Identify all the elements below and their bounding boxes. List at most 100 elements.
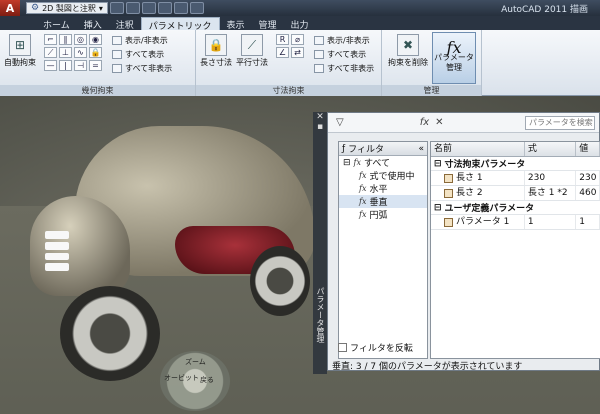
aligned-dimension-button[interactable]: ⟋ 平行寸法 (236, 34, 268, 67)
redo-icon[interactable] (173, 2, 188, 14)
group-row-user[interactable]: ⊟ ユーザ定義パラメータ (431, 201, 600, 215)
geo-show-hide-button[interactable]: 表示/非表示 (112, 33, 172, 47)
fx-icon: fx (359, 210, 367, 219)
param-value: 230 (576, 171, 600, 185)
print-icon[interactable] (189, 2, 204, 14)
filter-funnel-icon[interactable]: ▽ (336, 117, 344, 128)
column-value-header[interactable]: 値 (576, 142, 600, 156)
smooth-icon[interactable]: ∿ (74, 47, 87, 58)
title-bar: A ⚙ 2D 製図と注釈 ▾ AutoCAD 2011 描画 (0, 0, 600, 16)
auto-hide-icon[interactable]: ▪ (313, 122, 327, 132)
vertical-icon[interactable]: | (59, 60, 72, 71)
invert-filter-checkbox[interactable]: フィルタを反転 (338, 341, 413, 354)
column-name-header[interactable]: 名前 (431, 142, 525, 156)
param-name: 長さ 2 (456, 188, 483, 198)
delete-constraints-button[interactable]: ✖ 拘束を削除 (388, 34, 428, 67)
tab-view[interactable]: 表示 (220, 17, 252, 31)
radius-icon[interactable]: R (276, 34, 289, 45)
workspace-label: 2D 製図と注釈 (42, 3, 96, 13)
perpendicular-icon[interactable]: ⊥ (59, 47, 72, 58)
parameter-search-input[interactable]: パラメータを検索 (525, 115, 595, 130)
checkbox-icon[interactable] (338, 343, 347, 352)
group-label: ユーザ定義パラメータ (444, 204, 535, 214)
new-parameter-icon[interactable]: fx (420, 117, 429, 128)
group-collapse-icon[interactable]: ⊟ (434, 203, 442, 213)
steering-wheel-navigation[interactable]: ズーム オービット 戻る (160, 351, 230, 411)
user-param-icon (444, 217, 453, 227)
tree-item-vertical[interactable]: fx 垂直 (339, 195, 427, 208)
delete-constraints-label: 拘束を削除 (388, 58, 428, 67)
fix-icon[interactable]: 🔒 (89, 47, 102, 58)
palette-titlebar[interactable]: ✕ ▪ パラメータ管理 (313, 112, 327, 374)
coincident-icon[interactable]: ⌐ (44, 34, 57, 45)
tree-item-label: 垂直 (369, 198, 388, 208)
group-collapse-icon[interactable]: ⊟ (434, 159, 442, 169)
auto-constrain-label: 自動拘束 (4, 58, 36, 67)
dim-show-all-button[interactable]: すべて表示 (314, 47, 374, 61)
concentric-icon[interactable]: ◉ (89, 34, 102, 45)
tree-item-label: 円弧 (369, 211, 388, 221)
undo-icon[interactable] (157, 2, 172, 14)
autocad-logo-icon[interactable]: A (0, 0, 20, 16)
tree-item-horizontal[interactable]: fx 水平 (339, 182, 427, 195)
group-row-dimensional[interactable]: ⊟ 寸法拘束パラメータ (431, 157, 600, 171)
workspace-selector[interactable]: ⚙ 2D 製図と注釈 ▾ (26, 2, 108, 14)
convert-icon[interactable]: ⇄ (291, 47, 304, 58)
geo-hide-all-button[interactable]: すべて非表示 (112, 61, 172, 75)
parameters-manager-button[interactable]: fx パラメータ管理 (432, 32, 476, 84)
tab-home[interactable]: ホーム (36, 17, 77, 31)
param-expression[interactable]: 長さ 1 *2 (525, 186, 577, 200)
param-expression[interactable]: 1 (525, 215, 577, 229)
invert-filter-label: フィルタを反転 (350, 344, 413, 354)
tree-item-arc[interactable]: fx 円弧 (339, 208, 427, 221)
tab-insert[interactable]: 挿入 (77, 17, 109, 31)
collapse-chevron-icon[interactable]: « (418, 144, 424, 154)
close-icon[interactable]: ✕ (313, 112, 327, 122)
table-row[interactable]: 長さ 1 230 230 (431, 171, 600, 186)
param-expression[interactable]: 230 (525, 171, 577, 185)
horizontal-icon[interactable]: — (44, 60, 57, 71)
parallel-icon[interactable]: ∥ (59, 34, 72, 45)
tab-annotate[interactable]: 注釈 (109, 17, 141, 31)
status-text: 垂直: 3 / 7 個のパラメータが表示されています (332, 362, 523, 372)
auto-constrain-button[interactable]: ⊞ 自動拘束 (4, 34, 36, 67)
auto-constrain-icon: ⊞ (9, 34, 31, 56)
aligned-icon: ⟋ (241, 34, 263, 56)
fx-icon: fx (359, 184, 367, 193)
tree-collapse-icon[interactable]: ⊟ (343, 158, 351, 168)
tangent-icon[interactable]: ◎ (74, 34, 87, 45)
nav-rewind-label: 戻る (200, 376, 214, 384)
tab-manage[interactable]: 管理 (252, 17, 284, 31)
linear-dimension-button[interactable]: 🔒 長さ寸法 (200, 34, 232, 67)
filter-tree-panel: ƒ フィルタ « ⊟ fx すべて fx 式で使用中 fx 水平 fx 垂直 f… (338, 141, 428, 359)
tree-item-all[interactable]: ⊟ fx すべて (339, 156, 427, 170)
table-row[interactable]: 長さ 2 長さ 1 *2 460 (431, 186, 600, 201)
chevron-down-icon: ▾ (98, 3, 103, 13)
diameter-icon[interactable]: ⌀ (291, 34, 304, 45)
symmetric-icon[interactable]: ⊣ (74, 60, 87, 71)
delete-parameter-icon[interactable]: ✕ (435, 117, 443, 128)
geo-show-all-button[interactable]: すべて表示 (112, 47, 172, 61)
tab-parametric[interactable]: パラメトリック (140, 17, 220, 32)
dimensional-group-title: 寸法拘束 (196, 85, 381, 96)
geo-show-hide-label: 表示/非表示 (125, 35, 168, 45)
dim-hide-all-button[interactable]: すべて非表示 (314, 61, 374, 75)
column-expression-header[interactable]: 式 (525, 142, 577, 156)
fx-icon: fx (359, 197, 367, 206)
tab-output[interactable]: 出力 (284, 17, 316, 31)
save-icon[interactable] (141, 2, 156, 14)
grid-header: 名前 式 値 (431, 142, 600, 157)
tree-item-in-expression[interactable]: fx 式で使用中 (339, 169, 427, 182)
linear-dimension-label: 長さ寸法 (200, 58, 232, 67)
open-file-icon[interactable] (125, 2, 140, 14)
angle-icon[interactable]: ∠ (276, 47, 289, 58)
window-title: AutoCAD 2011 描画 (501, 5, 588, 15)
table-row[interactable]: パラメータ 1 1 1 (431, 215, 600, 230)
collinear-icon[interactable]: ⟋ (44, 47, 57, 58)
equal-icon[interactable]: = (89, 60, 102, 71)
lock-icon: 🔒 (205, 34, 227, 56)
dim-show-all-label: すべて表示 (327, 49, 367, 59)
hide-all-icon (112, 63, 122, 73)
dim-show-hide-button[interactable]: 表示/非表示 (314, 33, 374, 47)
new-file-icon[interactable] (109, 2, 124, 14)
